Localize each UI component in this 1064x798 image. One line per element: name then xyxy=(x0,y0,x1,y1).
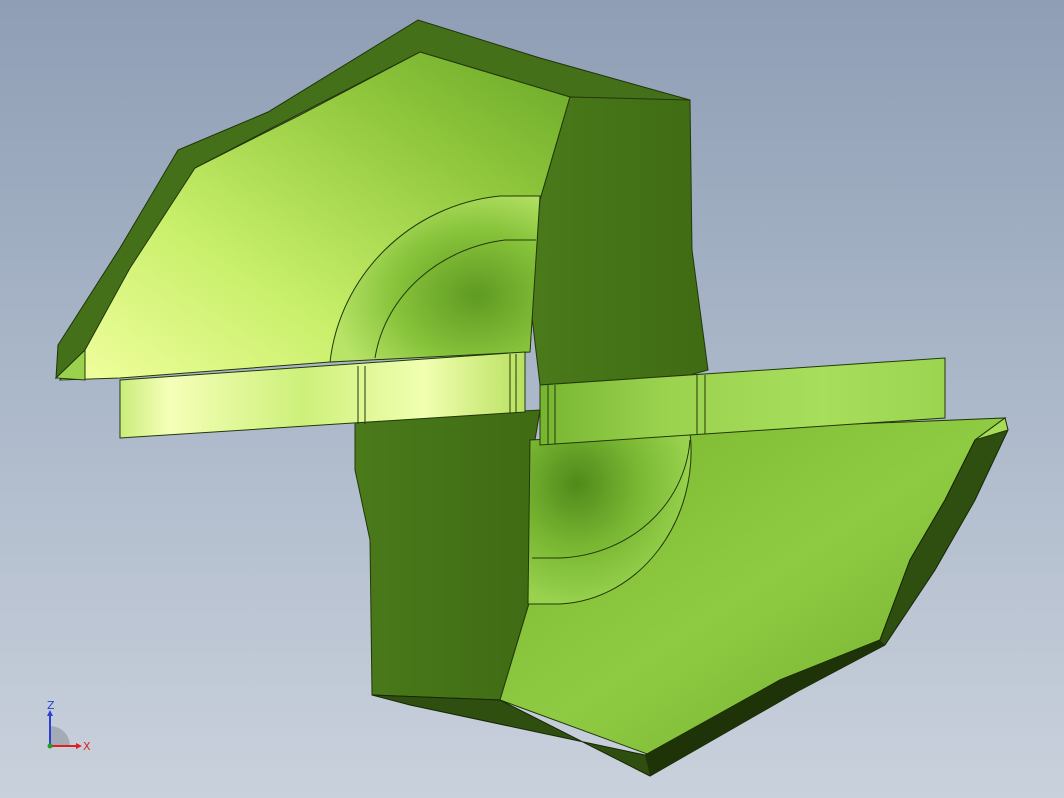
axis-triad: Z X xyxy=(38,699,98,756)
triad-origin xyxy=(47,743,53,749)
triad-y-sector xyxy=(50,726,70,746)
lower-cut-face xyxy=(354,409,541,701)
triad-z-label: Z xyxy=(47,700,55,712)
triad-x-label: X xyxy=(83,740,91,753)
cad-model[interactable] xyxy=(0,0,1064,798)
3d-viewport[interactable]: Z X xyxy=(0,0,1064,798)
